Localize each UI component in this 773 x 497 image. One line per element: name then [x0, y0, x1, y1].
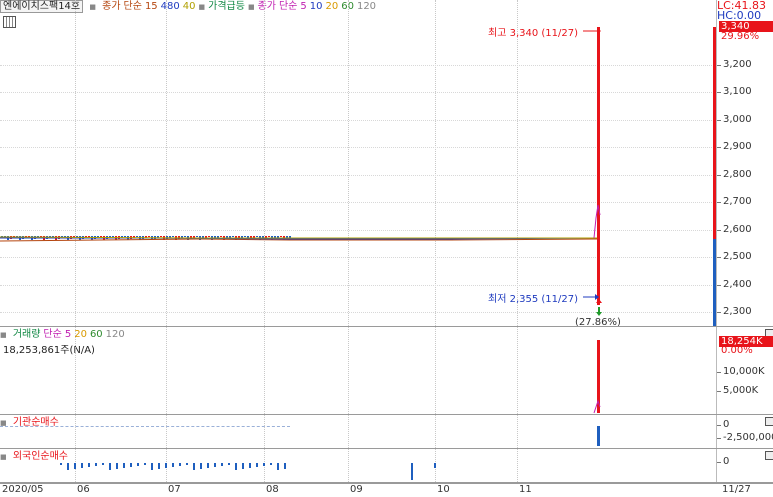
- foreign-tick: 0: [716, 456, 730, 467]
- foreign-bar: [67, 463, 69, 470]
- volume-panel[interactable]: ■ 거래량 단순 5 20 60 120 18,253,861주(N/A): [0, 327, 716, 414]
- institution-tick: 0: [716, 419, 730, 430]
- x-axis-label: 08: [266, 484, 279, 495]
- foreign-bar: [270, 463, 272, 465]
- candle: [112, 236, 114, 237]
- candle: [196, 236, 198, 237]
- foreign-bar: [186, 463, 188, 465]
- x-axis-label: 06: [77, 484, 90, 495]
- foreign-bar: [284, 463, 286, 469]
- pct-tag: 29.96%: [721, 31, 760, 42]
- price-tick: 2,600: [717, 224, 752, 235]
- foreign-bar: [158, 463, 160, 469]
- foreign-bar: [172, 463, 174, 467]
- price-tick: 2,300: [717, 306, 752, 317]
- foreign-bars: [60, 463, 436, 480]
- candle: [100, 236, 102, 237]
- volume-bars: [593, 340, 601, 414]
- candle: [268, 236, 270, 237]
- spike-candle: [597, 27, 600, 305]
- price-tick: 2,800: [717, 169, 752, 180]
- foreign-bar: [214, 463, 216, 467]
- price-tick: 2,900: [717, 141, 752, 152]
- x-axis-label: 07: [168, 484, 181, 495]
- foreign-bar: [221, 463, 223, 466]
- price-candles: [0, 27, 602, 316]
- low-price-label: 최저 2,355 (11/27): [488, 294, 579, 305]
- price-tick: 2,500: [717, 251, 752, 262]
- panel-minimize-icon[interactable]: [765, 451, 773, 460]
- foreign-bar: [200, 463, 202, 469]
- foreign-bar: [277, 463, 279, 470]
- institution-bars: [597, 426, 600, 446]
- x-axis-right-label: 11/27: [722, 484, 751, 495]
- price-axis[interactable]: LC:41.83 HC:0.00 3,340 29.96% 3,200 3,100…: [713, 0, 773, 326]
- foreign-bar: [256, 463, 258, 467]
- candle: [148, 236, 150, 237]
- x-axis-label: 10: [437, 484, 450, 495]
- foreign-bar: [102, 463, 104, 465]
- foreign-bar: [165, 463, 167, 468]
- candle: [136, 236, 138, 237]
- price-tick: 2,700: [717, 196, 752, 207]
- candle: [232, 236, 234, 237]
- up-arrow-icon: [596, 299, 602, 303]
- foreign-bar: [88, 463, 90, 467]
- foreign-bar: [193, 463, 195, 470]
- candle: [208, 236, 210, 237]
- foreign-bar: [151, 463, 153, 470]
- foreign-bar: [60, 463, 62, 465]
- candle: [124, 236, 126, 237]
- institution-tick: -2,500,000: [717, 432, 773, 443]
- volume-axis[interactable]: 18,254K 0.00% 10,000K 5,000K: [716, 327, 773, 414]
- institution-panel[interactable]: ■ 기관순매수: [0, 415, 716, 448]
- foreign-bar: [179, 463, 181, 466]
- foreign-bar: [249, 463, 251, 468]
- x-axis-label: 11: [519, 484, 532, 495]
- foreign-bar: [130, 463, 132, 467]
- hc-label: HC:0.00: [717, 9, 762, 22]
- foreign-axis[interactable]: 0: [716, 449, 773, 482]
- foreign-bar: [235, 463, 237, 470]
- foreign-bar: [137, 463, 139, 466]
- price-chart-panel[interactable]: 엔에이치스팩14호 ■ 종가 단순 15 480 40 ■ 가격급등 ■ 종가 단순 5 10 20 60…: [0, 0, 716, 328]
- foreign-bar: [228, 463, 230, 465]
- price-tick: 2,400: [717, 279, 752, 290]
- candle: [76, 236, 78, 237]
- foreign-bar: [144, 463, 146, 465]
- x-axis: 2020/05 06 07 08 09 10 11 11/27: [0, 483, 773, 497]
- candle: [280, 236, 282, 237]
- foreign-bar: [81, 463, 83, 468]
- candle: [184, 236, 186, 237]
- foreign-bar: [207, 463, 209, 468]
- foreign-bar: [263, 463, 265, 466]
- price-tick: 3,000: [717, 114, 752, 125]
- price-tick: 3,100: [717, 86, 752, 97]
- foreign-bar: [242, 463, 244, 469]
- foreign-bar: [116, 463, 118, 469]
- institution-axis[interactable]: 0 -2,500,000: [716, 415, 773, 448]
- foreign-bar: [95, 463, 97, 466]
- price-tick: 3,200: [717, 59, 752, 70]
- candle: [244, 236, 246, 237]
- volume-tick: 5,000K: [716, 385, 759, 396]
- candle: [256, 236, 258, 237]
- panel-minimize-icon[interactable]: [765, 417, 773, 426]
- candle: [220, 236, 222, 237]
- candle: [172, 236, 174, 237]
- volume-pct: 0.00%: [721, 345, 753, 356]
- foreign-bar: [109, 463, 111, 470]
- volume-tick: 10,000K: [717, 366, 765, 377]
- x-axis-label: 09: [350, 484, 363, 495]
- high-price-label: 최고 3,340 (11/27): [488, 28, 579, 39]
- foreign-panel[interactable]: ■ 외국인순매수: [0, 449, 716, 482]
- candle: [160, 236, 162, 237]
- foreign-bar: [123, 463, 125, 468]
- candle: [88, 236, 90, 237]
- x-axis-label: 2020/05: [2, 484, 44, 495]
- ma-line-40: [0, 236, 597, 239]
- foreign-bar: [74, 463, 76, 469]
